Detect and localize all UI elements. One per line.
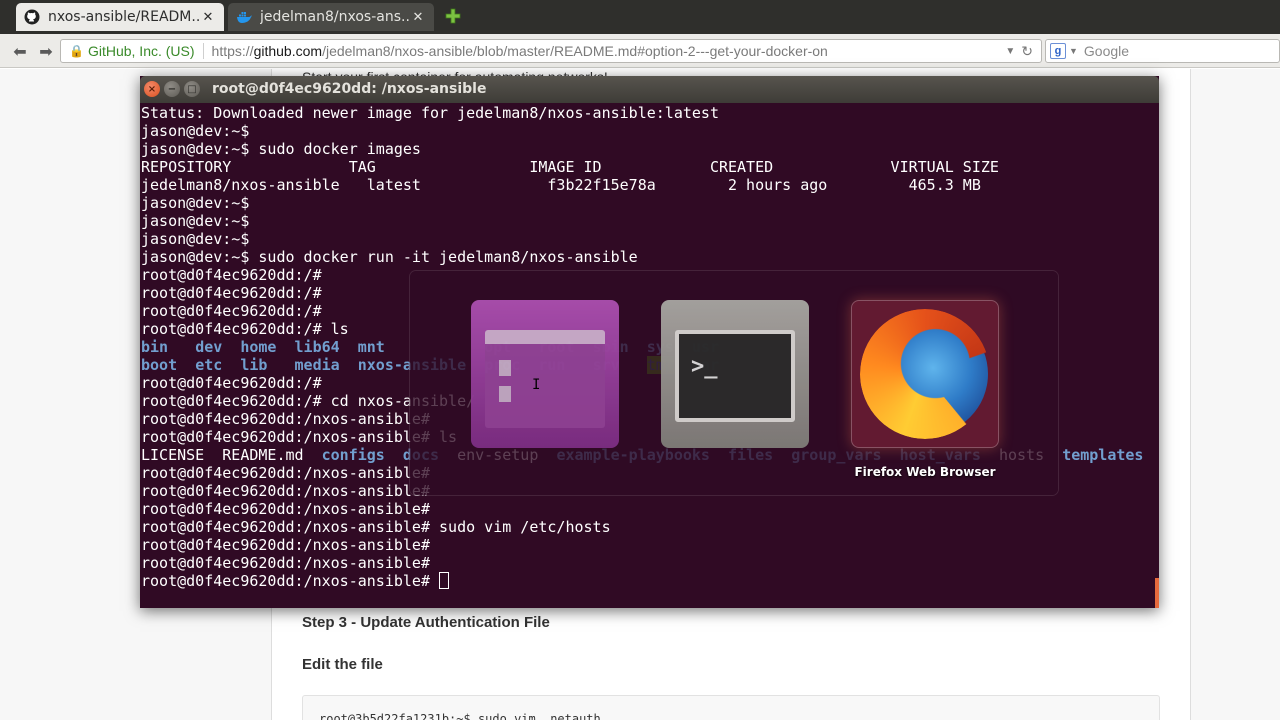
terminal-cursor bbox=[439, 572, 450, 589]
terminal-line: jason@dev:~$ bbox=[141, 230, 250, 248]
tab-jedelman8[interactable]: jedelman8/nxos-ans... ✕ bbox=[228, 3, 434, 31]
maximize-window-icon[interactable]: □ bbox=[184, 81, 200, 97]
search-engine-dropdown-icon[interactable]: ▼ bbox=[1069, 46, 1078, 56]
back-arrow-icon[interactable]: ⬅ bbox=[10, 41, 30, 61]
tab-strip: nxos-ansible/READM... ✕ jedelman8/nxos-a… bbox=[0, 0, 1280, 34]
ls-entry: bin bbox=[141, 338, 169, 356]
url-scheme: https:// bbox=[211, 43, 254, 59]
terminal-line: root@d0f4ec9620dd:/nxos-ansible# bbox=[141, 500, 430, 518]
terminal-line: jason@dev:~$ sudo docker images bbox=[141, 140, 421, 158]
switcher-terminal[interactable]: >_ bbox=[661, 300, 809, 448]
url-host: github.com bbox=[253, 43, 323, 59]
navigation-bar: ⬅ ➡ 🔒 GitHub, Inc. (US) https://github.c… bbox=[0, 34, 1280, 68]
docker-icon bbox=[237, 12, 252, 23]
ls-entry: dev bbox=[195, 338, 223, 356]
terminal-line: root@d0f4ec9620dd:/nxos-ansible# bbox=[141, 572, 1157, 590]
url-bar[interactable]: 🔒 GitHub, Inc. (US) https://github.com/j… bbox=[60, 39, 1042, 63]
forward-arrow-icon[interactable]: ➡ bbox=[36, 41, 56, 61]
ls-entry: README.md bbox=[222, 446, 304, 464]
ls-entry: media bbox=[294, 356, 340, 374]
close-window-icon[interactable]: × bbox=[144, 81, 160, 97]
ls-entry: LICENSE bbox=[141, 446, 205, 464]
ls-entry: home bbox=[240, 338, 277, 356]
minimize-window-icon[interactable]: − bbox=[164, 81, 180, 97]
switcher-files[interactable] bbox=[471, 300, 619, 448]
terminal-line: root@d0f4ec9620dd:/nxos-ansible# sudo vi… bbox=[141, 518, 611, 536]
ls-entry: boot bbox=[141, 356, 178, 374]
switcher-firefox[interactable] bbox=[851, 300, 999, 448]
ls-entry: lib bbox=[240, 356, 268, 374]
ls-entry: configs bbox=[321, 446, 385, 464]
edit-heading: Edit the file bbox=[302, 656, 383, 673]
firefox-icon bbox=[860, 309, 990, 439]
lock-icon: 🔒 bbox=[69, 44, 84, 58]
history-dropdown-icon[interactable]: ▼ bbox=[1005, 46, 1015, 57]
terminal-prompt-glyph: >_ bbox=[691, 354, 718, 379]
terminal-line: jason@dev:~$ bbox=[141, 194, 250, 212]
app-switcher: >_ Firefox Web Browser bbox=[410, 271, 1058, 495]
new-tab-icon[interactable] bbox=[443, 6, 463, 26]
step-heading: Step 3 - Update Authentication File bbox=[302, 614, 550, 631]
terminal-line: root@d0f4ec9620dd:/nxos-ansible# bbox=[141, 536, 430, 554]
url-path: /jedelman8/nxos-ansible/blob/master/READ… bbox=[322, 43, 828, 59]
url-text[interactable]: https://github.com/jedelman8/nxos-ansibl… bbox=[212, 43, 1000, 59]
text-cursor-icon: I bbox=[532, 377, 541, 393]
file-icon bbox=[499, 386, 511, 402]
site-identity[interactable]: GitHub, Inc. (US) bbox=[88, 43, 204, 59]
switcher-selected-label: Firefox Web Browser bbox=[854, 465, 996, 479]
terminal-line: Status: Downloaded newer image for jedel… bbox=[141, 104, 719, 122]
ls-entry: lib64 bbox=[294, 338, 340, 356]
ls-entry: mnt bbox=[357, 338, 385, 356]
terminal-line: root@d0f4ec9620dd:/nxos-ansible# bbox=[141, 554, 430, 572]
terminal-title: root@d0f4ec9620dd: /nxos-ansible bbox=[212, 81, 487, 97]
tab-close-icon[interactable]: ✕ bbox=[410, 9, 426, 25]
terminal-line: jason@dev:~$ bbox=[141, 122, 250, 140]
tab-close-icon[interactable]: ✕ bbox=[200, 9, 216, 25]
tab-label: jedelman8/nxos-ans... bbox=[260, 9, 410, 25]
reload-icon[interactable]: ↻ bbox=[1021, 43, 1033, 60]
tab-label: nxos-ansible/READM... bbox=[48, 9, 200, 25]
files-icon bbox=[485, 330, 605, 428]
terminal-line: jason@dev:~$ bbox=[141, 212, 250, 230]
search-placeholder: Google bbox=[1083, 43, 1130, 59]
terminal-line: REPOSITORY TAG IMAGE ID CREATED VIRTUAL … bbox=[141, 158, 999, 176]
code-block: root@3b5d22fa1231b:~$ sudo vim .netauth bbox=[302, 695, 1160, 720]
tab-readme[interactable]: nxos-ansible/READM... ✕ bbox=[16, 3, 224, 31]
terminal-line: jason@dev:~$ sudo docker run -it jedelma… bbox=[141, 248, 638, 266]
file-icon bbox=[499, 360, 511, 376]
ls-entry: templates bbox=[1062, 446, 1144, 464]
terminal-titlebar[interactable]: × − □ root@d0f4ec9620dd: /nxos-ansible bbox=[140, 76, 1159, 103]
ls-entry: etc bbox=[195, 356, 223, 374]
github-icon bbox=[24, 9, 40, 25]
google-icon[interactable]: g bbox=[1050, 43, 1066, 59]
terminal-scroll-indicator bbox=[1155, 578, 1159, 608]
terminal-line: jedelman8/nxos-ansible latest f3b22f15e7… bbox=[141, 176, 981, 194]
search-bar[interactable]: g ▼ Google bbox=[1045, 39, 1280, 63]
